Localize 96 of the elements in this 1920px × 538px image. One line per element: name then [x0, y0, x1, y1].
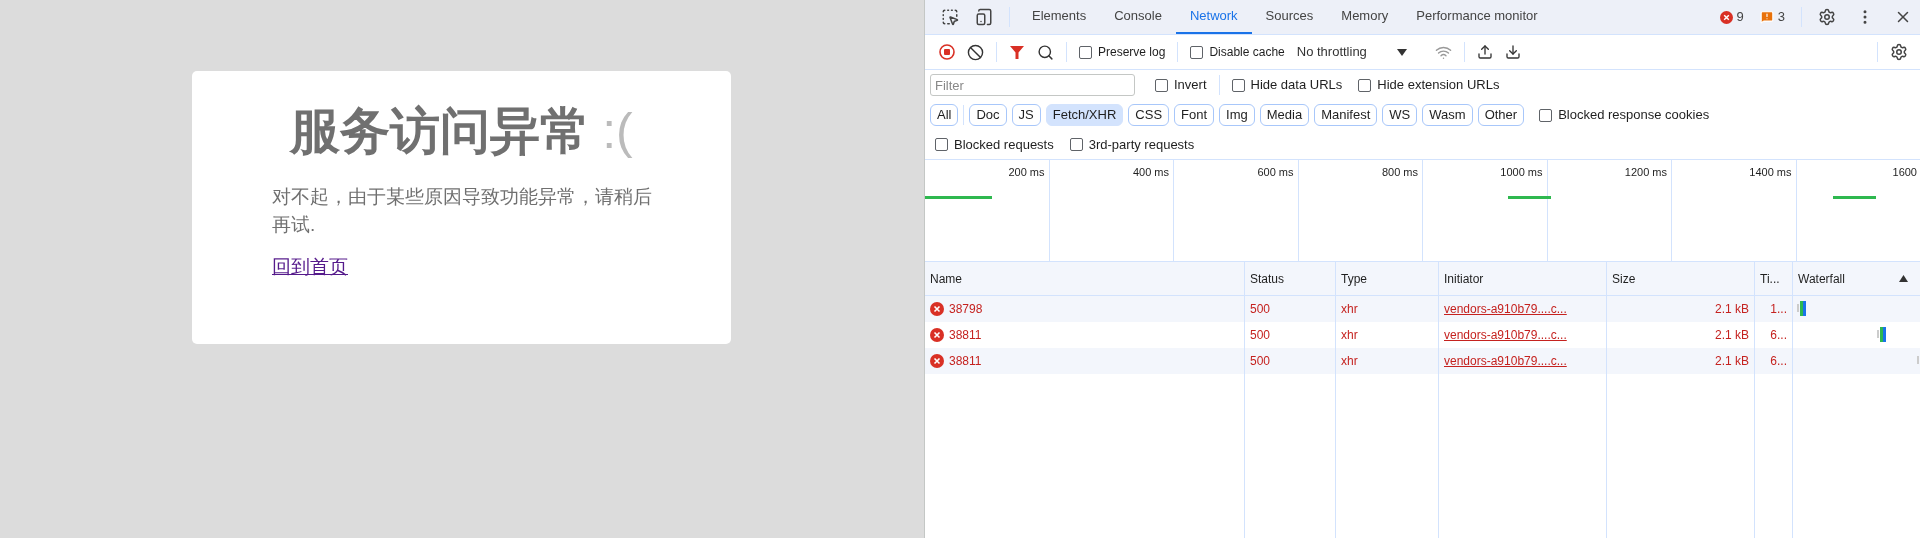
- table-cell-text: 500: [1250, 301, 1271, 318]
- table-cell-text: xhr: [1341, 353, 1358, 370]
- error-title: 服务访问异常: [290, 102, 591, 161]
- table-cell-text: 38798: [949, 301, 983, 318]
- type-filter-chip[interactable]: WS: [1382, 104, 1418, 126]
- panel-tab[interactable]: Memory: [1327, 0, 1403, 34]
- checkbox[interactable]: [1155, 78, 1168, 92]
- device-toolbar-icon[interactable]: [975, 8, 993, 26]
- type-filter-chip[interactable]: Doc: [969, 104, 1007, 126]
- error-icon: [1719, 10, 1733, 24]
- home-link[interactable]: 回到首页: [272, 253, 348, 282]
- caret-icon: [1396, 48, 1407, 56]
- timeline-tick-label: 800 ms: [1381, 165, 1418, 180]
- request-row[interactable]: 38811 500 xhr vendors-a910b79....c... 2.1 kB 6...: [925, 348, 1920, 374]
- error-icon: [930, 328, 944, 342]
- type-filter-chip[interactable]: All: [930, 104, 959, 126]
- filter-option-label: Blocked response cookies: [1558, 106, 1710, 125]
- type-filter-chip[interactable]: JS: [1011, 104, 1041, 126]
- panel-tab[interactable]: Performance monitor: [1402, 0, 1552, 34]
- checkbox[interactable]: [1539, 108, 1553, 122]
- upload-icon[interactable]: [1476, 44, 1493, 60]
- preserve-log-label: Preserve log: [1098, 44, 1166, 61]
- disable-cache-label: Disable cache: [1209, 44, 1285, 61]
- table-cell-text: 2.1 kB: [1714, 301, 1749, 318]
- filter-option-label: 3rd-party requests: [1088, 135, 1195, 154]
- search-icon[interactable]: [1037, 43, 1054, 61]
- column-header[interactable]: Name: [930, 269, 962, 288]
- timeline-tick-label: 1000 ms: [1500, 165, 1543, 180]
- sort-ascending-icon[interactable]: [1899, 275, 1908, 282]
- timeline-tick-label: 400 ms: [1132, 165, 1169, 180]
- type-filter-chip[interactable]: Manifest: [1314, 104, 1378, 126]
- download-icon[interactable]: [1504, 44, 1521, 60]
- issue-count[interactable]: 3: [1777, 7, 1785, 27]
- column-header[interactable]: Ti...: [1760, 269, 1780, 288]
- settings-icon[interactable]: [1818, 8, 1836, 26]
- clear-icon[interactable]: [967, 43, 984, 61]
- type-filter-chip[interactable]: Wasm: [1422, 104, 1473, 126]
- table-cell-text: 6...: [1770, 353, 1787, 370]
- checkbox[interactable]: [1190, 45, 1204, 59]
- error-count[interactable]: 9: [1736, 7, 1744, 27]
- initiator-link[interactable]: vendors-a910b79....c...: [1444, 300, 1567, 318]
- filter-option-label: Hide extension URLs: [1377, 76, 1500, 95]
- initiator-link[interactable]: vendors-a910b79....c...: [1444, 326, 1567, 344]
- initiator-link[interactable]: vendors-a910b79....c...: [1444, 352, 1567, 370]
- settings-icon[interactable]: [1890, 43, 1908, 61]
- type-filter-chip[interactable]: Fetch/XHR: [1045, 104, 1124, 126]
- inspect-icon[interactable]: [941, 8, 959, 26]
- waterfall-bar: [1797, 301, 1806, 316]
- checkbox[interactable]: [1358, 78, 1372, 92]
- table-cell-text: 6...: [1770, 327, 1787, 344]
- table-cell-text: 500: [1250, 327, 1271, 344]
- filter-icon[interactable]: [1009, 44, 1025, 60]
- type-filter-chip[interactable]: Img: [1219, 104, 1255, 126]
- panel-tab[interactable]: Network: [1175, 0, 1252, 34]
- column-header[interactable]: Status: [1250, 269, 1285, 288]
- type-filter-chip[interactable]: Font: [1174, 104, 1215, 126]
- checkbox[interactable]: [1069, 138, 1083, 151]
- timeline-tick-label: 1400 ms: [1749, 165, 1792, 180]
- sad-emoticon: :(: [602, 102, 633, 161]
- column-header[interactable]: Type: [1341, 269, 1367, 288]
- table-cell-text: xhr: [1341, 301, 1358, 318]
- table-cell-text: 500: [1250, 353, 1271, 370]
- panel-tab[interactable]: Console: [1100, 0, 1176, 34]
- timeline-tick-label: 200 ms: [1008, 165, 1045, 180]
- table-cell-text: 38811: [949, 353, 982, 370]
- column-header[interactable]: Waterfall: [1798, 269, 1845, 288]
- filter-field[interactable]: Filter: [930, 74, 1135, 96]
- waterfall-bar: [1877, 327, 1886, 342]
- issue-icon: [1759, 10, 1774, 24]
- request-row[interactable]: 38798 500 xhr vendors-a910b79....c... 2.1 kB 1...: [925, 296, 1920, 322]
- table-cell-text: 1...: [1770, 301, 1787, 318]
- error-icon: [930, 354, 944, 368]
- filter-option-label: Blocked requests: [954, 135, 1054, 154]
- type-filter-chip[interactable]: CSS: [1128, 104, 1170, 126]
- type-filter-chip[interactable]: Other: [1477, 104, 1525, 126]
- panel-tab[interactable]: Sources: [1251, 0, 1328, 34]
- timeline-tick-label: 600 ms: [1257, 165, 1294, 180]
- table-cell-text: xhr: [1341, 327, 1358, 344]
- error-message: 对不起，由于某些原因导致功能异常，请稍后再试.: [272, 185, 653, 237]
- throttling-dropdown[interactable]: No throttling: [1296, 42, 1407, 62]
- panel-tab[interactable]: Elements: [1018, 0, 1101, 34]
- timeline-tick-label: 1600: [1892, 165, 1917, 180]
- type-filter-chip[interactable]: Media: [1259, 104, 1310, 126]
- checkbox[interactable]: [1231, 78, 1245, 92]
- column-header[interactable]: Initiator: [1444, 269, 1484, 288]
- checkbox[interactable]: [935, 138, 948, 151]
- record-icon[interactable]: [939, 44, 955, 60]
- table-cell-text: 2.1 kB: [1714, 327, 1749, 344]
- filter-option-label: Invert: [1174, 76, 1207, 95]
- column-header[interactable]: Size: [1612, 269, 1636, 288]
- checkbox[interactable]: [1079, 45, 1092, 59]
- timeline-tick-label: 1200 ms: [1624, 165, 1667, 180]
- table-cell-text: 38811: [949, 327, 982, 344]
- error-icon: [930, 302, 944, 316]
- filter-option-label: Hide data URLs: [1250, 76, 1343, 95]
- table-cell-text: 2.1 kB: [1714, 353, 1749, 370]
